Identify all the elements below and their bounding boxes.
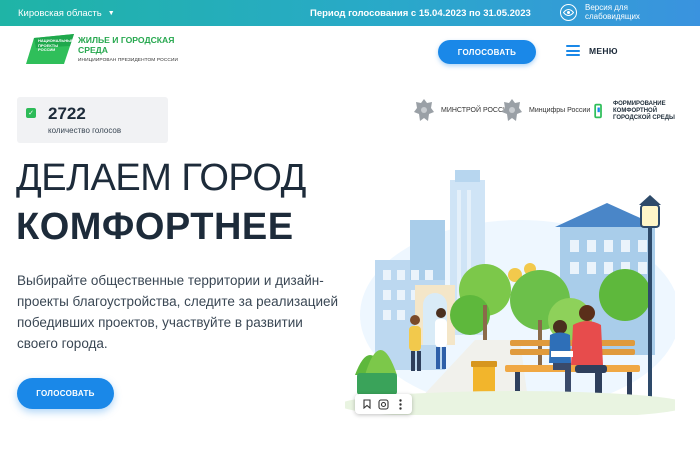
partner-mintsifry[interactable]: Минцифры России — [500, 95, 590, 127]
menu-button[interactable]: МЕНЮ — [566, 45, 618, 56]
bookmark-icon[interactable] — [360, 398, 373, 411]
vote-button-header[interactable]: ГОЛОСОВАТЬ — [438, 40, 536, 64]
accessibility-toggle[interactable]: Версия для слабовидящих — [560, 3, 665, 21]
partner-label: Минцифры России — [529, 107, 591, 114]
image-toolbar — [355, 394, 412, 414]
accessibility-label: Версия для слабовидящих — [585, 3, 640, 21]
voting-period: Период голосования с 15.04.2023 по 31.05… — [310, 8, 531, 19]
logo-title: ЖИЛЬЕ И ГОРОДСКАЯ СРЕДА — [78, 35, 175, 55]
more-options-icon[interactable] — [394, 398, 407, 411]
hamburger-icon — [566, 45, 580, 56]
site-logo[interactable]: НАЦИОНАЛЬНЫЕ ПРОЕКТЫ РОССИИ ЖИЛЬЕ И ГОРО… — [26, 34, 186, 68]
logo-subtitle: ИНИЦИИРОВАН ПРЕЗИДЕНТОМ РОССИИ — [78, 58, 179, 63]
top-bar: Кировская область ▼ Период голосования с… — [0, 0, 700, 26]
emblem-icon — [502, 99, 522, 121]
logo-small-text: НАЦИОНАЛЬНЫЕ ПРОЕКТЫ РОССИИ — [38, 38, 74, 52]
hero-title-line1: ДЕЛАЕМ ГОРОД — [16, 157, 306, 199]
region-label: Кировская область — [18, 8, 102, 19]
region-selector[interactable]: Кировская область ▼ — [18, 8, 115, 19]
vote-count-label: количество голосов — [48, 126, 122, 135]
emblem-icon — [414, 99, 434, 121]
city-park-illustration — [345, 170, 675, 415]
hero-description: Выбирайте общественные территории и диза… — [17, 273, 339, 351]
vote-button-main[interactable]: ГОЛОСОВАТЬ — [17, 378, 114, 409]
partner-minstroy[interactable]: МИНСТРОЙ РОССИИ — [412, 95, 513, 127]
ffgs-logo-icon — [594, 103, 602, 119]
chevron-down-icon: ▼ — [107, 10, 115, 17]
lens-icon[interactable] — [377, 398, 390, 411]
check-icon: ✓ — [26, 108, 36, 118]
vote-count: 2722 — [48, 104, 86, 123]
eye-icon — [560, 3, 577, 21]
partner-logos: МИНСТРОЙ РОССИИ Минцифры России ФОРМИРОВ… — [412, 95, 692, 127]
partner-ffgs[interactable]: ФОРМИРОВАНИЕ КОМФОРТНОЙ ГОРОДСКОЙ СРЕДЫ — [594, 95, 685, 127]
menu-label: МЕНЮ — [589, 45, 618, 56]
hero-title-line2: КОМФОРТНЕЕ — [16, 206, 294, 248]
partner-label: ФОРМИРОВАНИЕ КОМФОРТНОЙ ГОРОДСКОЙ СРЕДЫ — [613, 100, 675, 121]
vote-counter: ✓ 2722 количество голосов — [17, 97, 168, 143]
